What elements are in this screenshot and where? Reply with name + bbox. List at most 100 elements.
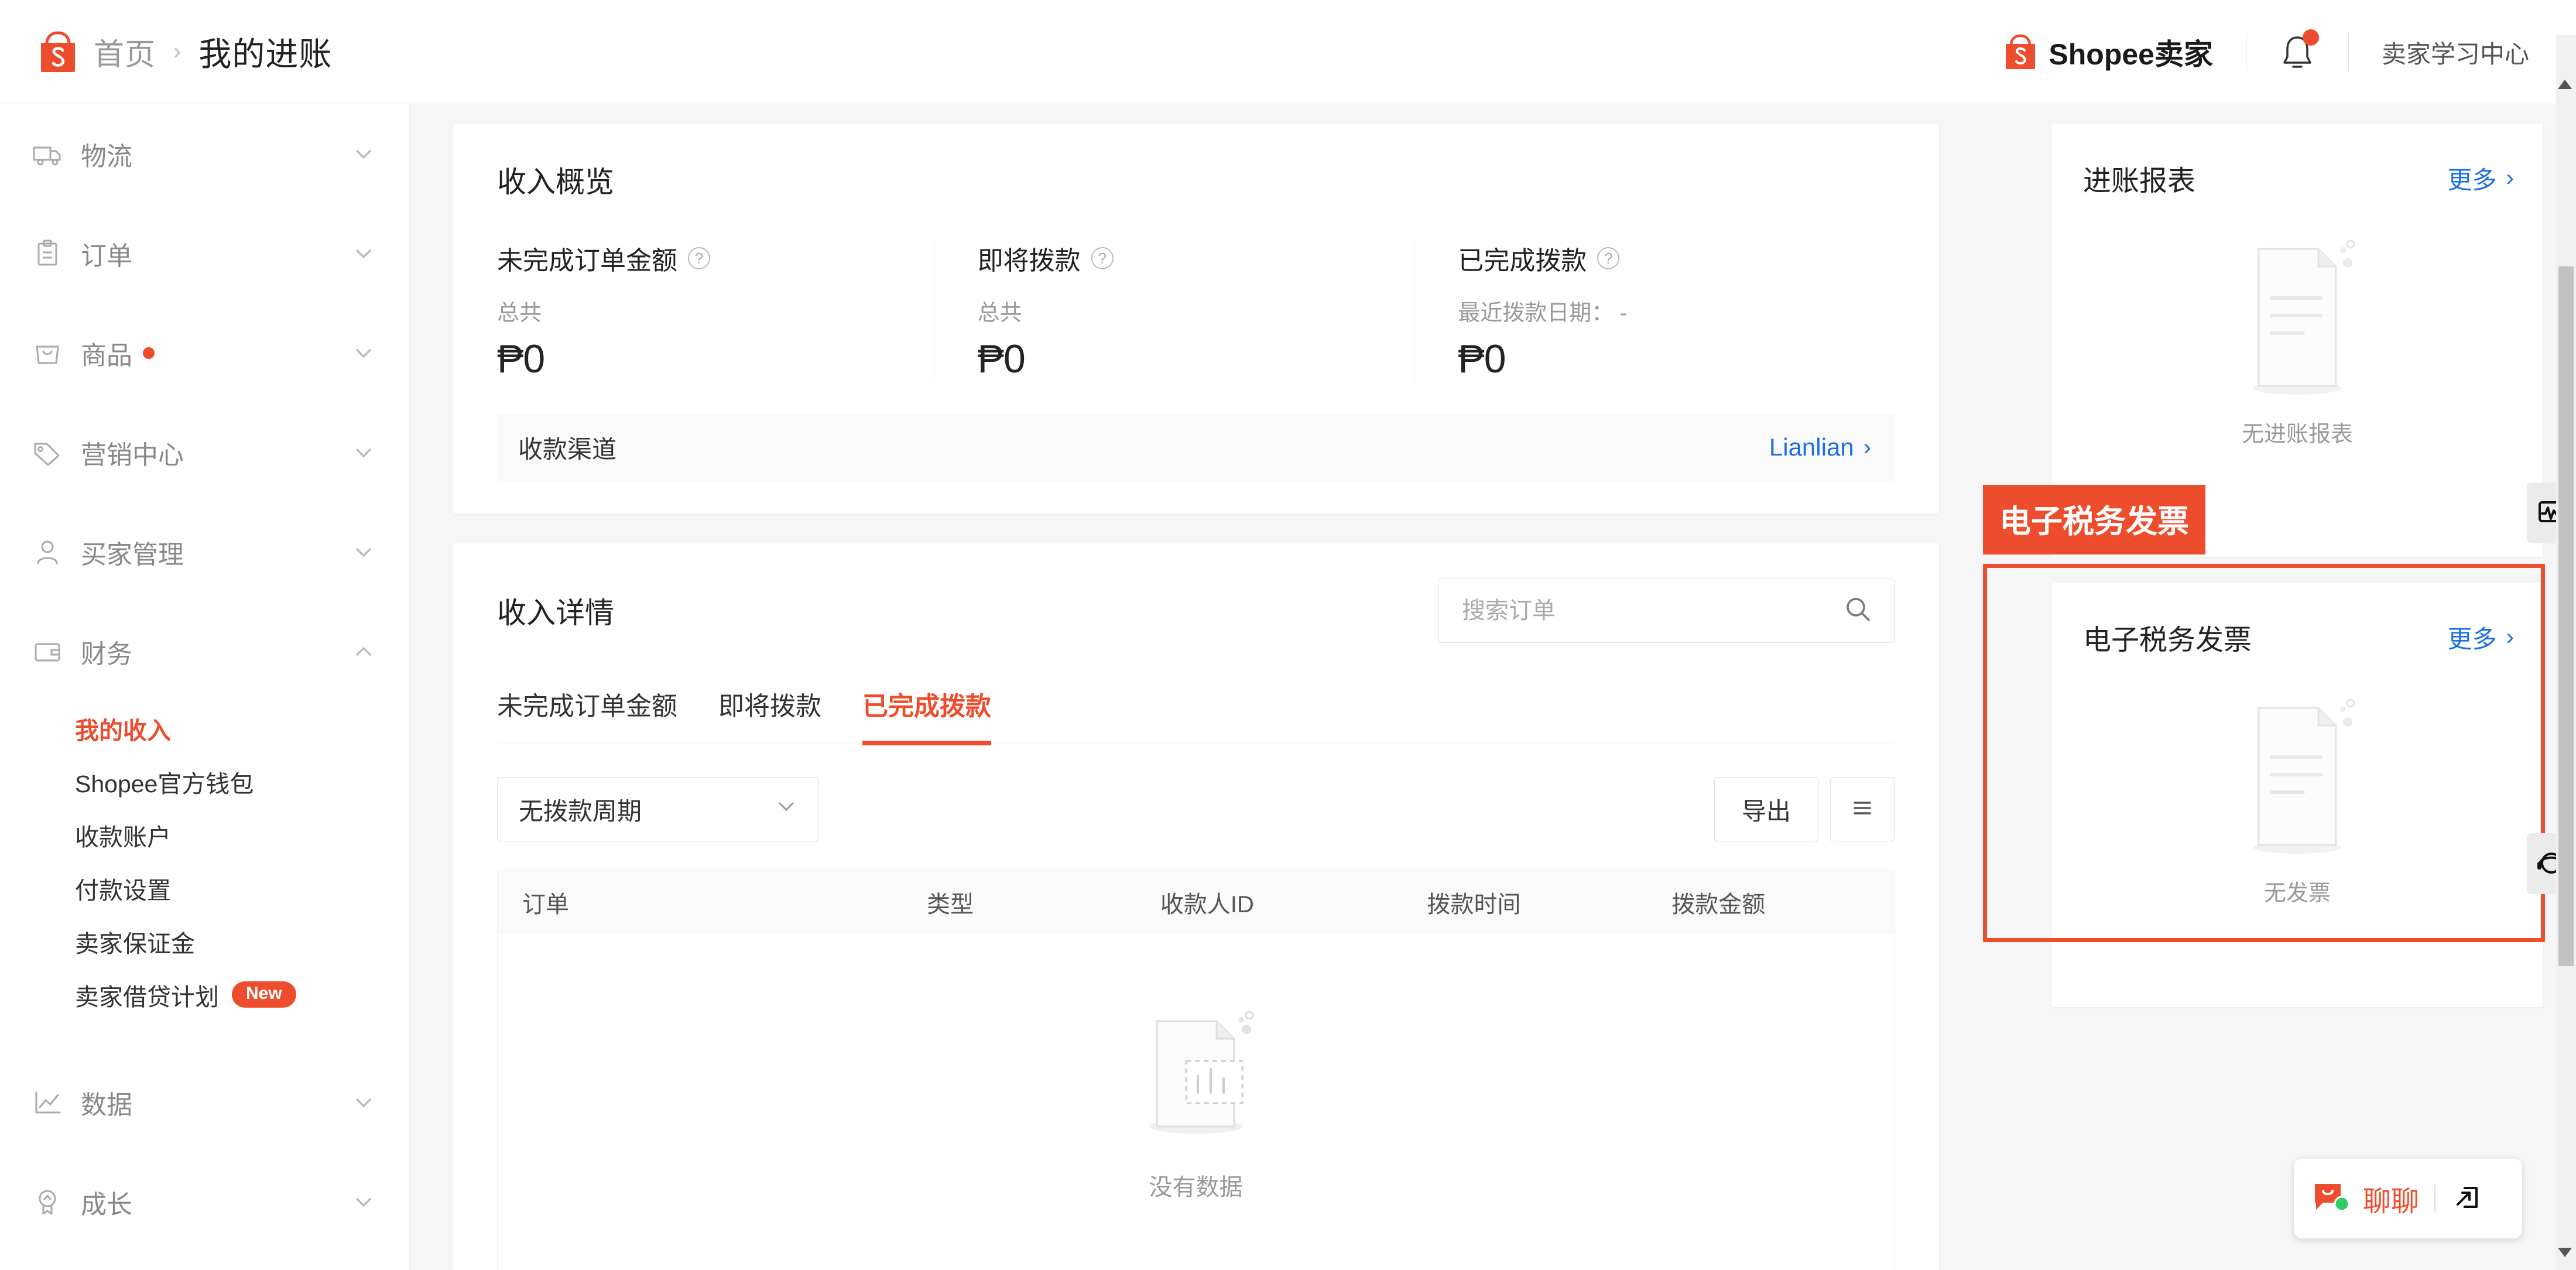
search-input[interactable] (1462, 597, 1842, 624)
e-invoice-more-link[interactable]: 更多 › (2448, 619, 2514, 655)
help-tooltip-icon[interactable]: ? (1597, 247, 1620, 269)
e-invoice-card: 电子税务发票 更多 › 无发票 (2051, 583, 2543, 1007)
search-order-box[interactable] (1438, 578, 1895, 643)
column-header-payee-id: 收款人ID (1160, 891, 1254, 918)
sidebar-item-finance[interactable]: 财务 (0, 602, 409, 701)
payment-channel-label: 收款渠道 (518, 435, 617, 463)
user-icon (32, 536, 63, 568)
payment-channel-value: Lianlian (1769, 433, 1854, 461)
tab-upcoming-payout[interactable]: 即将拨款 (718, 685, 821, 744)
seller-brand-label: Shopee卖家 (2049, 38, 2213, 71)
sidebar-item-orders[interactable]: 订单 (0, 204, 409, 303)
page-title: 我的进账 (198, 36, 333, 73)
sidebar-label: 成长 (81, 1190, 132, 1219)
breadcrumb-separator-icon: › (173, 39, 181, 64)
sidebar-subitem-seller-deposit[interactable]: 卖家保证金 (0, 915, 409, 968)
sidebar-item-logistics[interactable]: 物流 (0, 104, 409, 204)
column-header-payout-amount: 拨款金额 (1671, 891, 1766, 918)
column-settings-button[interactable] (1830, 777, 1895, 841)
payout-table: 订单 类型 收款人ID 拨款时间 拨款金额 没有数据 (497, 870, 1895, 1270)
chevron-down-icon (352, 441, 375, 464)
income-overview-card: 收入概览 未完成订单金额 ? 总共 ₱0 即将拨款 ? 总共 ₱0 已完成拨款 … (453, 124, 1939, 514)
stat-label: 未完成订单金额 (497, 247, 677, 275)
e-invoice-title: 电子税务发票 (2083, 625, 2252, 656)
chevron-down-icon (352, 1091, 375, 1114)
sidebar-subitem-label: 收款账户 (75, 823, 171, 851)
sidebar-label: 订单 (81, 242, 132, 271)
seller-learning-center-link[interactable]: 卖家学习中心 (2382, 35, 2529, 70)
stat-value: ₱0 (1458, 337, 1506, 381)
more-label: 更多 (2447, 166, 2497, 194)
chevron-right-icon: › (2506, 165, 2514, 191)
help-tooltip-icon[interactable]: ? (1091, 247, 1114, 269)
shopee-seller-logo[interactable]: Shopee卖家 (2004, 31, 2213, 73)
notification-bell-icon[interactable] (2279, 29, 2319, 73)
filter-row: 无拨款周期 导出 (497, 777, 1895, 841)
export-button[interactable]: 导出 (1714, 777, 1818, 841)
chevron-right-icon: › (2506, 624, 2514, 650)
scroll-down-arrow-icon[interactable] (2558, 1248, 2572, 1257)
stat-value: ₱0 (977, 337, 1026, 381)
sidebar-item-buyer-management[interactable]: 买家管理 (0, 502, 409, 602)
empty-invoice-illustration-icon (2239, 696, 2356, 863)
sidebar-subitem-payment-account[interactable]: 收款账户 (0, 808, 409, 861)
page-scrollbar-thumb[interactable] (2558, 266, 2574, 966)
sidebar-subitem-payment-settings[interactable]: 付款设置 (0, 861, 409, 915)
payment-channel-row[interactable]: 收款渠道 Lianlian › (497, 413, 1895, 481)
income-report-empty-text: 无进账报表 (2241, 422, 2353, 447)
sidebar-subitem-my-income[interactable]: 我的收入 (0, 701, 409, 755)
income-details-title: 收入详情 (497, 597, 614, 629)
tab-unfinished-orders[interactable]: 未完成订单金额 (497, 685, 677, 744)
income-overview-title: 收入概览 (497, 166, 614, 198)
breadcrumb-home[interactable]: 首页 (94, 30, 156, 74)
sidebar-subitem-label: 卖家借贷计划 (75, 983, 219, 1011)
sidebar-subitem-label: 我的收入 (75, 717, 171, 744)
stat-sub-label: 总共 (977, 301, 1022, 326)
payout-cycle-value: 无拨款周期 (519, 797, 642, 825)
chevron-down-icon (352, 1190, 375, 1214)
stat-upcoming-payout: 即将拨款 ? 总共 ₱0 (933, 239, 1414, 382)
sidebar-item-growth[interactable]: 成长 (0, 1152, 409, 1252)
table-empty-state: 没有数据 (497, 934, 1895, 1270)
payment-channel-link[interactable]: Lianlian › (1769, 433, 1871, 461)
help-tooltip-icon[interactable]: ? (688, 247, 710, 269)
income-report-more-link[interactable]: 更多 › (2448, 160, 2514, 196)
stat-sub-label: 最近拨款日期： - (1458, 301, 1628, 326)
sidebar-label: 财务 (81, 640, 132, 669)
chevron-down-icon (352, 142, 375, 166)
sidebar-subitem-label: 卖家保证金 (75, 930, 195, 957)
chat-widget[interactable]: 聊聊 (2294, 1159, 2522, 1238)
sidebar-item-products[interactable]: 商品 (0, 303, 409, 403)
stats-row: 未完成订单金额 ? 总共 ₱0 即将拨款 ? 总共 ₱0 已完成拨款 ? 最近拨… (497, 239, 1895, 382)
sidebar-item-customer-service[interactable]: 客户服务 (0, 1252, 409, 1270)
chat-divider (2434, 1185, 2436, 1213)
scroll-up-arrow-icon[interactable] (2558, 80, 2572, 89)
search-icon[interactable] (1842, 594, 1874, 628)
sidebar-subitem-shopee-wallet[interactable]: Shopee官方钱包 (0, 755, 409, 808)
expand-window-icon[interactable] (2451, 1181, 2483, 1217)
table-actions: 导出 (1714, 777, 1895, 841)
column-header-order: 订单 (522, 891, 569, 918)
truck-icon (32, 138, 63, 170)
column-header-type: 类型 (927, 891, 974, 918)
sidebar-item-marketing[interactable]: 营销中心 (0, 403, 409, 502)
payout-cycle-select[interactable]: 无拨款周期 (497, 777, 819, 841)
shopee-logo-icon[interactable] (39, 30, 77, 73)
e-invoice-empty-text: 无发票 (2263, 881, 2331, 906)
empty-data-illustration-icon (1135, 1005, 1258, 1148)
sidebar-item-data[interactable]: 数据 (0, 1053, 409, 1152)
sidebar-subitem-label: 付款设置 (75, 877, 171, 904)
chevron-down-icon (352, 242, 375, 265)
empty-report-illustration-icon (2239, 237, 2356, 404)
tab-completed-payout[interactable]: 已完成拨款 (862, 685, 991, 745)
chevron-down-icon (352, 540, 375, 564)
breadcrumb: 首页 › 我的进账 (39, 28, 332, 76)
sidebar-subitem-seller-loan[interactable]: 卖家借贷计划 New (0, 968, 409, 1021)
stat-value: ₱0 (497, 337, 545, 381)
chat-label: 聊聊 (2363, 1186, 2420, 1217)
main-content: 收入概览 未完成订单金额 ? 总共 ₱0 即将拨款 ? 总共 ₱0 已完成拨款 … (410, 104, 2576, 1270)
annotation-highlight-label: 电子税务发票 (1983, 485, 2205, 554)
more-label: 更多 (2447, 625, 2497, 653)
header-divider-2 (2348, 33, 2349, 71)
